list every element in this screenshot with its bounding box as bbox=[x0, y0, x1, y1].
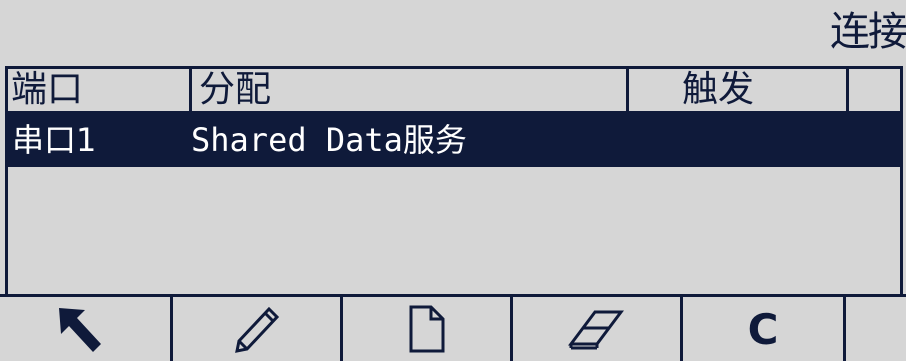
table-row-selected[interactable]: 串口1 Shared Data服务 bbox=[8, 114, 900, 167]
row-assign: Shared Data服务 bbox=[191, 121, 467, 159]
exit-arrow-icon bbox=[59, 308, 101, 352]
eraser-icon bbox=[567, 310, 624, 350]
row-trigger bbox=[682, 114, 842, 167]
header-trigger: 触发 bbox=[682, 69, 755, 110]
header-divider bbox=[626, 69, 629, 111]
terminal-screen: 连接 端口 分配 触发 串口1 Shared Data服务 C bbox=[0, 0, 906, 361]
row-port: 串口1 bbox=[12, 121, 97, 159]
clear-c-icon: C bbox=[747, 304, 779, 354]
list-header-row: 端口 分配 触发 bbox=[8, 69, 900, 114]
header-assign: 分配 bbox=[199, 69, 272, 110]
empty-softkey[interactable] bbox=[846, 297, 906, 361]
connection-list[interactable]: 端口 分配 触发 串口1 Shared Data服务 bbox=[5, 66, 903, 294]
exit-softkey[interactable] bbox=[0, 297, 170, 361]
new-document-icon bbox=[409, 305, 444, 353]
header-divider bbox=[846, 69, 849, 111]
softkey-bar: C bbox=[0, 294, 906, 361]
edit-softkey[interactable] bbox=[173, 297, 340, 361]
screen-title: 连接 bbox=[830, 9, 906, 55]
delete-softkey[interactable] bbox=[513, 297, 680, 361]
header-port: 端口 bbox=[11, 69, 84, 110]
new-softkey[interactable] bbox=[343, 297, 510, 361]
pencil-icon bbox=[234, 306, 279, 353]
clear-softkey[interactable]: C bbox=[683, 297, 843, 361]
header-divider bbox=[189, 69, 192, 111]
